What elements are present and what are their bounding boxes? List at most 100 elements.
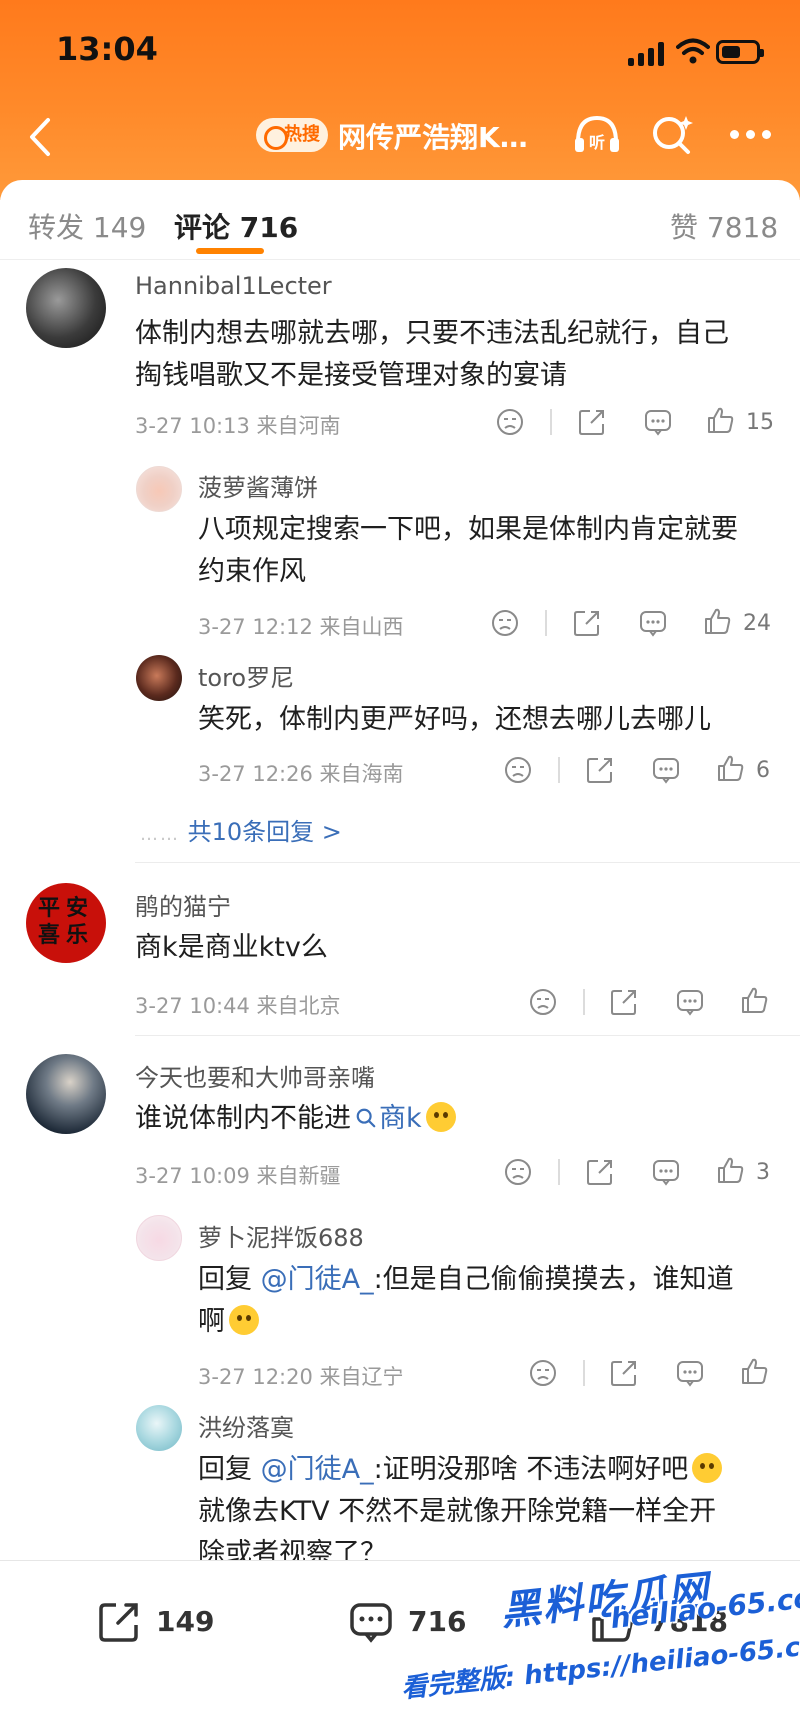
comment-username[interactable]: Hannibal1Lecter (135, 272, 332, 300)
status-bar: 13:04 (0, 0, 800, 100)
comment-bubble-icon (350, 1603, 392, 1643)
like-thumb-icon[interactable] (703, 606, 733, 636)
headphones-listen-icon[interactable]: 听 (572, 112, 622, 156)
share-icon[interactable] (577, 407, 607, 437)
comment-divider (135, 862, 800, 863)
divider (583, 1360, 585, 1386)
comment-username[interactable]: 今天也要和大帅哥亲嘴 (135, 1058, 375, 1093)
avatar[interactable]: 平安喜乐 (26, 883, 106, 963)
reply-text: 回复 @门徒A_:但是自己偷偷摸摸去，谁知道 (198, 1259, 734, 1301)
avatar[interactable] (136, 466, 182, 512)
more-replies-label: 共10条回复 > (187, 818, 342, 846)
divider (558, 1159, 560, 1185)
hot-search-badge[interactable]: 热搜 (256, 118, 328, 152)
divider (583, 989, 585, 1015)
comment-icon[interactable] (638, 608, 668, 638)
dislike-icon[interactable] (528, 1358, 558, 1388)
like-thumb-icon[interactable] (706, 405, 736, 435)
avatar[interactable] (26, 1054, 106, 1134)
comment-icon[interactable] (651, 1157, 681, 1187)
reply-prefix: 回复 (198, 1264, 261, 1295)
like-count: 3 (756, 1160, 770, 1185)
share-icon[interactable] (585, 755, 615, 785)
comment-meta: 3-27 10:44 来自北京 (135, 994, 341, 1018)
nav-bar: 热搜 网传严浩翔K… 听 (0, 100, 800, 180)
comment-text: 谁说体制内不能进 商k (135, 1098, 456, 1140)
reply-text-body: :但是自己偷偷摸摸去，谁知道 (373, 1264, 734, 1295)
tab-reposts[interactable]: 转发 149 (28, 206, 146, 246)
battery-icon (716, 40, 764, 64)
reply-username[interactable]: 菠萝酱薄饼 (198, 468, 318, 503)
share-icon[interactable] (609, 987, 639, 1017)
more-options-icon[interactable] (726, 130, 776, 142)
avatar[interactable] (136, 1215, 182, 1261)
flushed-emoji-icon (229, 1305, 259, 1335)
comment-icon[interactable] (675, 1358, 705, 1388)
mention-link[interactable]: @门徒A_ (261, 1454, 374, 1485)
tab-likes[interactable]: 赞 7818 (670, 206, 778, 246)
reply-username[interactable]: 萝卜泥拌饭688 (198, 1218, 364, 1253)
like-thumb-icon[interactable] (716, 1155, 746, 1185)
divider (558, 757, 560, 783)
avatar[interactable] (26, 268, 106, 348)
repost-icon (99, 1603, 138, 1642)
search-topic-label: 商k (379, 1103, 422, 1134)
avatar-text: 平安喜乐 (38, 896, 95, 948)
comment-count: 716 (408, 1605, 467, 1638)
share-icon[interactable] (609, 1358, 639, 1388)
comment-icon[interactable] (675, 987, 705, 1017)
like-count: 15 (746, 410, 774, 435)
reply-meta: 3-27 12:20 来自辽宁 (198, 1365, 404, 1389)
comment-icon[interactable] (651, 755, 681, 785)
search-topic-link[interactable]: 商k (351, 1103, 422, 1134)
laugh-cry-emoji-icon (425, 1102, 456, 1132)
dislike-icon[interactable] (528, 987, 558, 1017)
mention-link[interactable]: @门徒A_ (261, 1264, 374, 1295)
dislike-icon[interactable] (503, 755, 533, 785)
more-replies-dots: …… (140, 824, 180, 845)
cellular-signal-icon (628, 42, 668, 66)
svg-text:听: 听 (589, 133, 605, 152)
reply-prefix: 回复 (198, 1454, 261, 1485)
tab-comments[interactable]: 评论 716 (174, 206, 298, 246)
search-icon[interactable] (650, 112, 694, 156)
share-icon[interactable] (585, 1157, 615, 1187)
thinking-emoji-icon (692, 1453, 723, 1483)
comment-username[interactable]: 鹃的猫宁 (135, 887, 231, 922)
reply-meta: 3-27 12:26 来自海南 (198, 762, 404, 786)
share-icon[interactable] (572, 608, 602, 638)
reply-text: 啊 (198, 1301, 259, 1343)
avatar[interactable] (136, 655, 182, 701)
dislike-icon[interactable] (495, 407, 525, 437)
avatar[interactable] (136, 1405, 182, 1451)
like-thumb-icon[interactable] (716, 753, 746, 783)
comment-icon[interactable] (643, 407, 673, 437)
reply-username[interactable]: toro罗尼 (198, 658, 294, 693)
repost-count: 149 (156, 1605, 215, 1638)
dislike-icon[interactable] (490, 608, 520, 638)
comment-meta: 3-27 10:13 来自河南 (135, 414, 341, 438)
like-count: 6 (756, 758, 770, 783)
reply-text: 就像去KTV 不然不是就像开除党籍一样全开 (198, 1496, 717, 1527)
divider (550, 409, 552, 435)
top-header: 13:04 热搜 网传严浩翔K… 听 (0, 0, 800, 200)
like-thumb-icon[interactable] (740, 1356, 770, 1386)
like-count: 24 (743, 611, 771, 636)
back-arrow-icon[interactable] (20, 112, 60, 162)
inline-search-icon (356, 1108, 376, 1128)
reply-text: 笑死，体制内更严好吗，还想去哪儿去哪儿 (198, 704, 711, 735)
comment-text-prefix: 谁说体制内不能进 (135, 1103, 351, 1134)
view-more-replies-link[interactable]: …… 共10条回复 > (140, 812, 342, 847)
reply-meta: 3-27 12:12 来自山西 (198, 615, 404, 639)
page-title[interactable]: 网传严浩翔K… (338, 116, 528, 156)
reply-text: 八项规定搜索一下吧，如果是体制内肯定就要 (198, 514, 738, 545)
reply-username[interactable]: 洪纷落寞 (198, 1408, 294, 1443)
dislike-icon[interactable] (503, 1157, 533, 1187)
comment-text: 商k是商业ktv么 (135, 932, 328, 963)
reply-text: 回复 @门徒A_:证明没那啥 不违法啊好吧 (198, 1449, 723, 1491)
status-time: 13:04 (56, 30, 158, 68)
reply-text-body: 啊 (198, 1306, 225, 1337)
reply-text: 约束作风 (198, 556, 306, 587)
like-thumb-icon[interactable] (740, 985, 770, 1015)
reply-text-body: :证明没那啥 不违法啊好吧 (373, 1454, 689, 1485)
